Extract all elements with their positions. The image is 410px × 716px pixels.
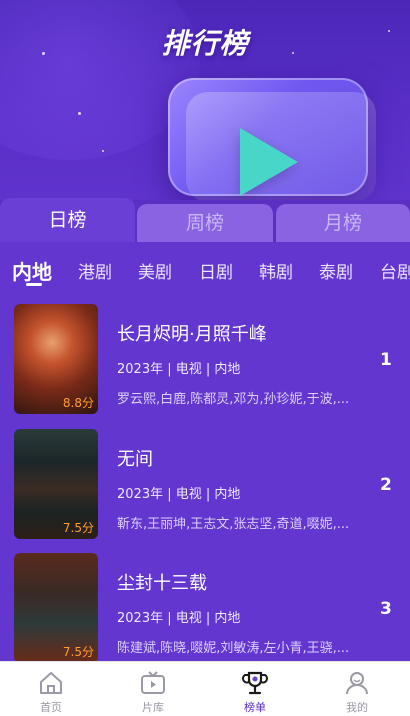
home-icon	[40, 672, 62, 694]
play-icon	[240, 128, 298, 196]
hero-banner: 排行榜	[0, 0, 410, 200]
category-th[interactable]: 泰剧	[319, 258, 353, 283]
item-meta: 2023年 | 电视 | 内地	[117, 362, 241, 377]
tab-monthly[interactable]: 月榜	[276, 204, 410, 242]
category-us[interactable]: 美剧	[138, 258, 172, 283]
page-title: 排行榜	[161, 27, 249, 60]
tab-daily[interactable]: 日榜	[0, 198, 135, 242]
score-badge: 7.5分	[62, 645, 94, 659]
category-kr[interactable]: 韩剧	[259, 258, 293, 283]
item-meta: 2023年 | 电视 | 内地	[117, 611, 241, 626]
bottom-nav: 首页 片库 榜单 我的	[0, 661, 410, 716]
category-hk[interactable]: 港剧	[78, 258, 112, 283]
rank-number: 1	[380, 350, 392, 370]
score-badge: 8.8分	[62, 396, 94, 410]
nav-profile[interactable]: 我的	[306, 662, 408, 716]
category-mainland[interactable]: 内地	[12, 256, 52, 285]
nav-library[interactable]: 片库	[102, 662, 204, 716]
star-decoration	[78, 112, 81, 115]
nav-label: 片库	[142, 701, 164, 714]
nav-label: 我的	[346, 701, 368, 714]
star-decoration	[102, 150, 104, 152]
list-item[interactable]: 8.8分 长月烬明·月照千峰 2023年 | 电视 | 内地 罗云熙,白鹿,陈都…	[0, 304, 410, 414]
item-meta: 2023年 | 电视 | 内地	[117, 487, 241, 502]
user-icon	[346, 672, 368, 695]
nav-ranking[interactable]: 榜单	[204, 662, 306, 716]
category-underline	[26, 283, 42, 286]
item-title: 无间	[117, 449, 153, 470]
item-cast: 陈建斌,陈晓,啜妮,刘敏涛,左小青,王骁,...	[117, 641, 350, 656]
category-jp[interactable]: 日剧	[199, 258, 233, 283]
poster-image: 7.5分	[14, 429, 98, 539]
tab-weekly[interactable]: 周榜	[137, 204, 273, 242]
rank-number: 3	[380, 599, 392, 619]
list-item[interactable]: 7.5分 无间 2023年 | 电视 | 内地 靳东,王丽坤,王志文,张志坚,奇…	[0, 429, 410, 539]
list-item[interactable]: 7.5分 尘封十三载 2023年 | 电视 | 内地 陈建斌,陈晓,啜妮,刘敏涛…	[0, 553, 410, 663]
item-cast: 靳东,王丽坤,王志文,张志坚,奇道,啜妮,...	[117, 517, 350, 532]
nav-label: 榜单	[244, 701, 266, 714]
score-badge: 7.5分	[62, 521, 94, 535]
poster-image: 8.8分	[14, 304, 98, 414]
nav-label: 首页	[40, 701, 62, 714]
tv-icon	[141, 671, 165, 694]
item-title: 长月烬明·月照千峰	[117, 324, 267, 345]
ranking-list: 内地 港剧 美剧 日剧 韩剧 泰剧 台剧 8.8分 长月烬明·月照千峰 2023…	[0, 242, 410, 663]
rank-number: 2	[380, 475, 392, 495]
poster-image: 7.5分	[14, 553, 98, 663]
nav-home[interactable]: 首页	[0, 662, 102, 716]
item-title: 尘封十三载	[117, 573, 207, 594]
category-tw[interactable]: 台剧	[380, 258, 410, 283]
item-cast: 罗云熙,白鹿,陈都灵,邓为,孙珍妮,于波,...	[117, 392, 350, 407]
category-bar: 内地 港剧 美剧 日剧 韩剧 泰剧 台剧	[0, 242, 410, 298]
period-tabs: 日榜 周榜 月榜	[0, 198, 410, 242]
trophy-icon	[242, 671, 268, 695]
